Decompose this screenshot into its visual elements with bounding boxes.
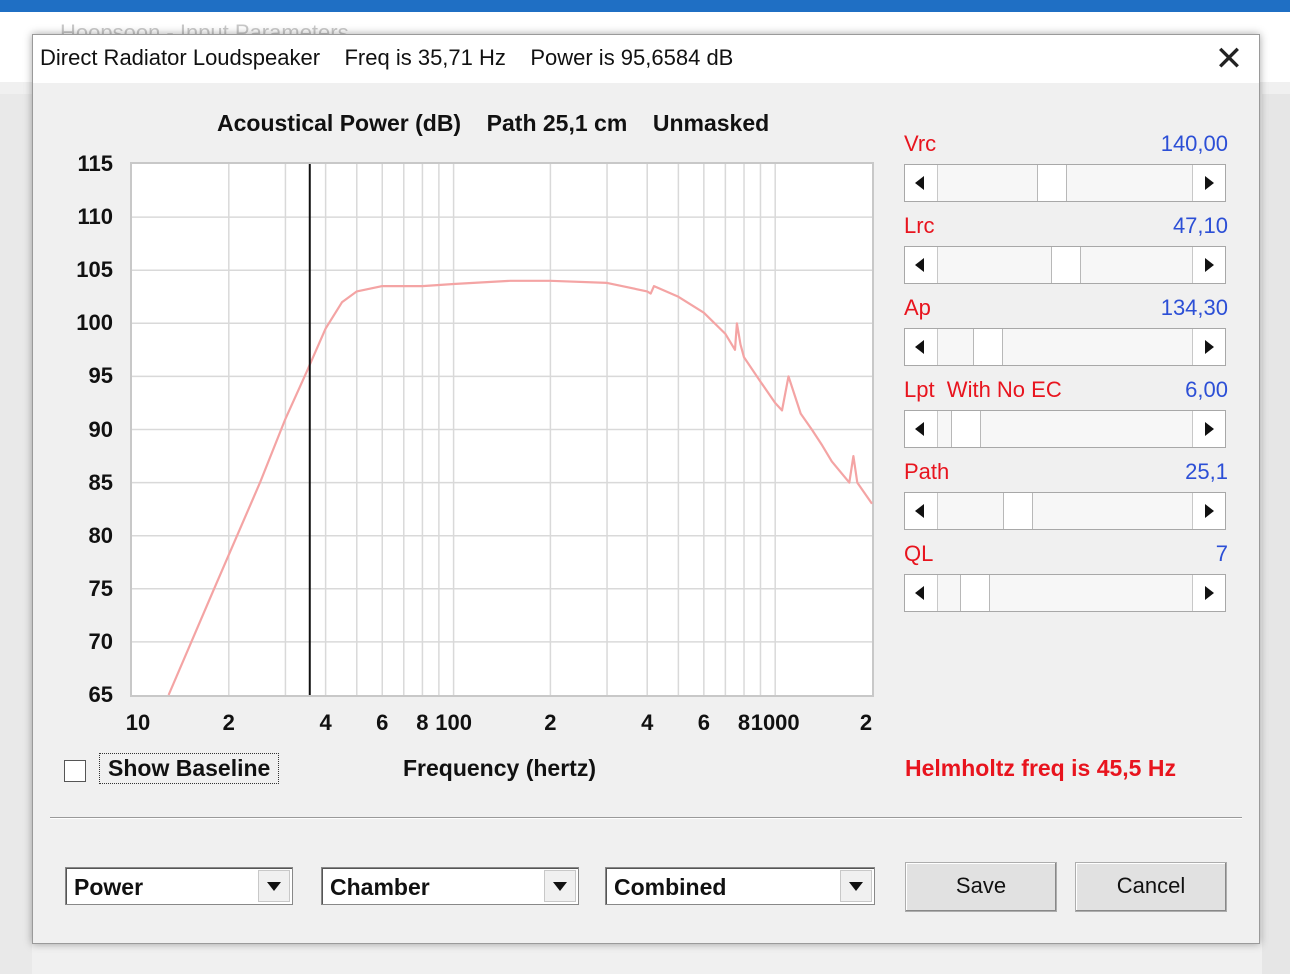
slider-label: Ap <box>904 295 931 320</box>
y-tick-label: 65 <box>88 682 113 707</box>
slider-decrement-button[interactable] <box>905 247 938 283</box>
power-chart-plot <box>130 162 874 697</box>
chamber-dropdown-arrow[interactable] <box>544 870 576 902</box>
save-button[interactable]: Save <box>905 862 1057 912</box>
x-tick-label: 8 <box>737 710 751 735</box>
power-dropdown[interactable]: Power <box>65 867 293 905</box>
power-dropdown-value: Power <box>74 874 144 900</box>
chart-title: Acoustical Power (dB) Path 25,1 cm Unmas… <box>217 110 770 136</box>
slider-value: 25,1 <box>1185 459 1228 484</box>
slider-track[interactable] <box>904 492 1226 530</box>
chevron-down-icon <box>849 882 863 891</box>
cancel-button[interactable]: Cancel <box>1075 862 1227 912</box>
x-tick-label: 2 <box>544 710 557 735</box>
slider-increment-button[interactable] <box>1192 247 1225 283</box>
arrow-right-icon <box>1205 176 1214 190</box>
y-tick-label: 100 <box>76 310 113 336</box>
y-tick-label: 90 <box>88 416 113 442</box>
x-tick-label: 6 <box>697 710 710 735</box>
slider-thumb[interactable] <box>1037 165 1068 201</box>
close-icon: ✕ <box>1214 40 1244 78</box>
x-tick-label: 1000 <box>750 710 800 735</box>
arrow-left-icon <box>915 258 924 272</box>
x-tick-label: 6 <box>376 710 389 735</box>
x-tick-label: 100 <box>435 710 472 735</box>
separator <box>50 817 1242 819</box>
combined-dropdown-arrow[interactable] <box>840 870 872 902</box>
slider-track[interactable] <box>904 574 1226 612</box>
show-baseline-label[interactable]: Show Baseline <box>99 753 280 784</box>
slider-value: 7 <box>1215 541 1228 566</box>
y-tick-label: 115 <box>77 151 114 176</box>
slider-track[interactable] <box>904 164 1226 202</box>
arrow-right-icon <box>1205 586 1214 600</box>
y-tick-label: 95 <box>88 363 113 389</box>
x-axis-label: Frequency (hertz) <box>403 755 596 781</box>
slider-decrement-button[interactable] <box>905 411 938 447</box>
slider-label: QL <box>904 541 934 566</box>
combined-dropdown[interactable]: Combined <box>605 867 875 905</box>
slider-thumb[interactable] <box>1003 493 1034 529</box>
slider-thumb[interactable] <box>950 411 981 447</box>
background-window-right-edge <box>1262 94 1290 974</box>
power-dropdown-arrow[interactable] <box>258 870 290 902</box>
x-tick-label: 2 <box>222 710 235 735</box>
helmholtz-frequency: Helmholtz freq is 45,5 Hz <box>905 755 1176 781</box>
chevron-down-icon <box>553 882 567 891</box>
combined-dropdown-value: Combined <box>614 874 727 900</box>
arrow-right-icon <box>1205 340 1214 354</box>
slider-thumb[interactable] <box>1051 247 1081 283</box>
slider-increment-button[interactable] <box>1192 493 1225 529</box>
dialog-titlebar[interactable]: Direct Radiator Loudspeaker Freq is 35,7… <box>33 35 1259 83</box>
chamber-dropdown[interactable]: Chamber <box>321 867 579 905</box>
slider-label: Lrc <box>904 213 935 238</box>
x-tick-label: 4 <box>641 710 654 735</box>
y-tick-label: 75 <box>88 575 113 601</box>
y-tick-label: 80 <box>88 522 113 548</box>
arrow-left-icon <box>915 340 924 354</box>
arrow-left-icon <box>915 504 924 518</box>
slider-decrement-button[interactable] <box>905 165 938 201</box>
slider-label: Vrc <box>904 131 937 156</box>
slider-thumb[interactable] <box>959 575 990 611</box>
background-window-left-edge <box>0 94 32 974</box>
slider-decrement-button[interactable] <box>905 575 938 611</box>
x-tick-label: 8 <box>416 710 429 735</box>
y-tick-label: 85 <box>88 469 113 495</box>
slider-label: Path <box>904 459 950 484</box>
slider-track[interactable] <box>904 328 1226 366</box>
show-baseline-checkbox[interactable] <box>64 760 86 782</box>
dialog-title: Direct Radiator Loudspeaker Freq is 35,7… <box>40 45 734 70</box>
x-tick-label: 4 <box>319 710 332 735</box>
arrow-left-icon <box>915 586 924 600</box>
y-tick-label: 70 <box>88 628 113 654</box>
slider-increment-button[interactable] <box>1192 165 1225 201</box>
direct-radiator-dialog: Direct Radiator Loudspeaker Freq is 35,7… <box>32 34 1260 944</box>
slider-increment-button[interactable] <box>1192 411 1225 447</box>
slider-value: 47,10 <box>1172 213 1228 238</box>
y-tick-label: 105 <box>76 257 113 283</box>
slider-decrement-button[interactable] <box>905 493 938 529</box>
slider-value: 134,30 <box>1160 295 1228 320</box>
chevron-down-icon <box>267 882 281 891</box>
x-tick-label: 2 <box>859 710 873 735</box>
slider-increment-button[interactable] <box>1192 575 1225 611</box>
arrow-left-icon <box>915 422 924 436</box>
slider-thumb[interactable] <box>973 329 1004 365</box>
slider-track[interactable] <box>904 246 1226 284</box>
arrow-right-icon <box>1205 504 1214 518</box>
slider-label: Lpt With No EC <box>904 377 1062 402</box>
slider-value: 140,00 <box>1160 131 1228 156</box>
close-button[interactable]: ✕ <box>1209 39 1249 79</box>
arrow-right-icon <box>1205 258 1214 272</box>
chamber-dropdown-value: Chamber <box>330 874 430 900</box>
x-tick-label: 10 <box>125 710 151 735</box>
y-tick-label: 110 <box>77 204 114 230</box>
slider-increment-button[interactable] <box>1192 329 1225 365</box>
arrow-right-icon <box>1205 422 1214 436</box>
arrow-left-icon <box>915 176 924 190</box>
slider-value: 6,00 <box>1185 377 1228 402</box>
slider-track[interactable] <box>904 410 1226 448</box>
slider-decrement-button[interactable] <box>905 329 938 365</box>
